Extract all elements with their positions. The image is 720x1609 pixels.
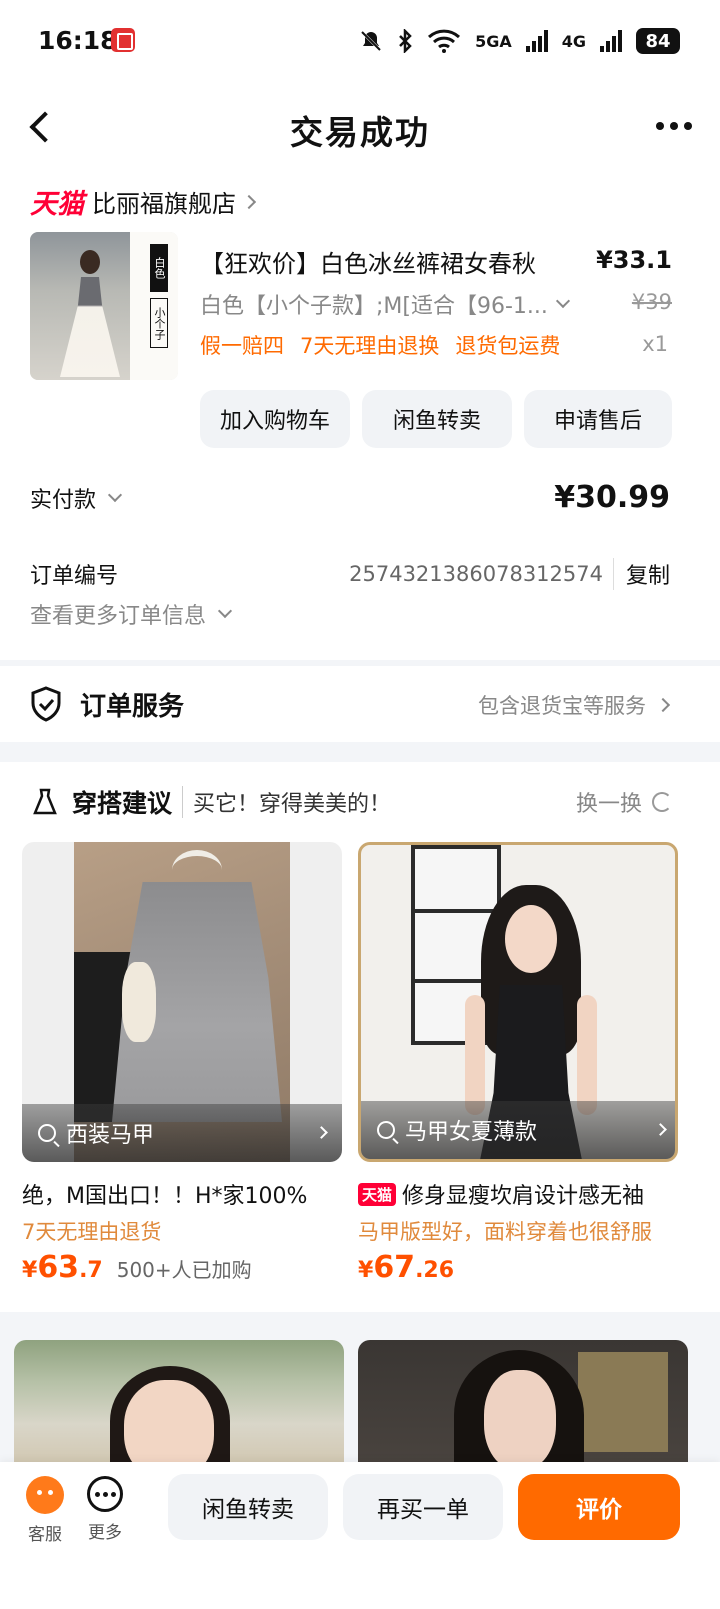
bottom-action-bar: 客服 更多 闲鱼转卖 再买一单 评价 bbox=[0, 1462, 720, 1609]
more-recommendations bbox=[0, 1312, 720, 1480]
recommendation-subtitle: 马甲版型好，面料穿着也很舒服 bbox=[358, 1220, 652, 1244]
guarantee-tag: 假一赔四 bbox=[200, 334, 284, 358]
outfit-subtitle: 买它！穿得美美的！ bbox=[182, 786, 391, 818]
resell-button[interactable]: 闲鱼转卖 bbox=[362, 390, 512, 448]
search-tag-text: 马甲女夏薄款 bbox=[405, 1120, 538, 1145]
recommendation-image[interactable] bbox=[358, 1340, 688, 1480]
battery-icon: 84 bbox=[636, 28, 680, 54]
product-price: ¥33.1 bbox=[596, 246, 672, 274]
page-header: 交易成功 bbox=[0, 84, 720, 174]
copy-button[interactable]: 复制 bbox=[612, 558, 670, 590]
more-order-info-link[interactable]: 查看更多订单信息 bbox=[30, 598, 233, 630]
bluetooth-icon bbox=[399, 29, 412, 53]
after-sale-button[interactable]: 申请售后 bbox=[524, 390, 672, 448]
chevron-right-icon bbox=[655, 697, 671, 713]
service-link[interactable]: 包含退货宝等服务 bbox=[478, 690, 671, 720]
status-bar: 16:18 5GA 4G 84 bbox=[0, 0, 720, 84]
outfit-suggestions: 穿搭建议 买它！穿得美美的！ 换一换 西装马甲 绝，M国出口！！H*家100% … bbox=[0, 762, 720, 1312]
payment-label-text: 实付款 bbox=[30, 487, 97, 513]
chevron-down-icon bbox=[107, 487, 123, 502]
recommendation-title-text: 修身显瘦坎肩设计感无袖 bbox=[402, 1184, 645, 1209]
more-label: 更多 bbox=[88, 1523, 122, 1543]
rebuy-button[interactable]: 再买一单 bbox=[343, 1474, 503, 1540]
refresh-label: 换一换 bbox=[575, 792, 642, 817]
app-notification-icon bbox=[111, 28, 135, 52]
recommendation-card[interactable]: 西装马甲 绝，M国出口！！H*家100% 7天无理由退货 ¥63.7 500+人… bbox=[22, 842, 342, 1312]
recommendation-title-text: 绝，M国出口！！H*家100% bbox=[22, 1184, 308, 1209]
shop-name: 比丽福旗舰店 bbox=[92, 190, 236, 218]
product-thumbnail[interactable]: 白色 小个子 bbox=[30, 232, 178, 380]
purchase-count: 500+人已加购 bbox=[116, 1258, 252, 1282]
signal-bars-icon bbox=[525, 30, 548, 52]
service-link-text: 包含退货宝等服务 bbox=[478, 694, 646, 718]
recommendation-price: ¥63.7 500+人已加购 bbox=[22, 1250, 252, 1285]
order-number-label: 订单编号 bbox=[30, 564, 119, 589]
order-number: 2574321386078312574 bbox=[349, 562, 603, 586]
recommendation-card[interactable]: 马甲女夏薄款 天猫 修身显瘦坎肩设计感无袖 马甲版型好，面料穿着也很舒服 ¥67… bbox=[358, 842, 678, 1312]
refresh-icon bbox=[652, 792, 672, 812]
chevron-right-icon bbox=[654, 1123, 667, 1136]
product-title[interactable]: 【狂欢价】白色冰丝裤裙女春秋 bbox=[200, 244, 580, 279]
wifi-icon bbox=[428, 29, 461, 53]
recommendation-price: ¥67.26 bbox=[358, 1250, 455, 1285]
chevron-down-icon bbox=[555, 293, 570, 309]
search-tag-bar[interactable]: 马甲女夏薄款 bbox=[361, 1101, 675, 1159]
order-service-row[interactable]: 订单服务 包含退货宝等服务 bbox=[0, 666, 720, 742]
recommendation-title: 绝，M国出口！！H*家100% bbox=[22, 1178, 342, 1210]
customer-service-label: 客服 bbox=[28, 1525, 62, 1545]
page-title: 交易成功 bbox=[290, 113, 430, 152]
payment-row: 实付款 ¥30.99 bbox=[30, 480, 670, 515]
review-button[interactable]: 评价 bbox=[518, 1474, 680, 1540]
more-order-info-text: 查看更多订单信息 bbox=[30, 604, 207, 629]
more-options-icon[interactable] bbox=[656, 122, 692, 130]
service-title: 订单服务 bbox=[80, 692, 185, 722]
outfit-title: 穿搭建议 bbox=[72, 789, 173, 818]
signal-bars-icon bbox=[600, 30, 622, 52]
customer-service-icon bbox=[26, 1476, 64, 1514]
product-quantity: x1 bbox=[642, 332, 668, 356]
search-tag-text: 西装马甲 bbox=[66, 1123, 155, 1148]
add-to-cart-button[interactable]: 加入购物车 bbox=[200, 390, 350, 448]
original-price: ¥39 bbox=[631, 290, 672, 314]
order-detail-page: 16:18 5GA 4G 84 交易成功 天猫 比丽福旗舰店 白色 小个子 【狂… bbox=[0, 0, 720, 1609]
recommendation-title: 天猫 修身显瘦坎肩设计感无袖 bbox=[358, 1178, 678, 1210]
search-icon bbox=[38, 1124, 56, 1142]
signal-5ga-label: 5GA bbox=[475, 31, 512, 51]
status-time: 16:18 bbox=[38, 26, 118, 55]
tmall-badge: 天猫 bbox=[358, 1182, 397, 1206]
customer-service-button[interactable]: 客服 bbox=[20, 1476, 70, 1545]
status-icons: 5GA 4G 84 bbox=[359, 26, 680, 56]
refresh-button[interactable]: 换一换 bbox=[576, 786, 672, 818]
chevron-right-icon bbox=[315, 1126, 328, 1139]
more-button[interactable]: 更多 bbox=[80, 1476, 130, 1543]
sku-text: 白色【小个子款】;M[适合【96-1... bbox=[200, 294, 548, 319]
tmall-logo: 天猫 bbox=[30, 189, 84, 220]
chevron-down-icon bbox=[217, 603, 233, 619]
thumb-color-tag: 白色 bbox=[150, 244, 168, 292]
more-icon bbox=[87, 1476, 123, 1512]
thumb-size-tag: 小个子 bbox=[150, 298, 168, 348]
order-number-row: 订单编号 2574321386078312574 复制 bbox=[30, 558, 670, 590]
resell-button[interactable]: 闲鱼转卖 bbox=[168, 1474, 328, 1540]
product-image[interactable]: 西装马甲 bbox=[22, 842, 342, 1162]
payment-amount: ¥30.99 bbox=[554, 480, 670, 515]
signal-4g-label: 4G bbox=[561, 31, 586, 51]
product-image[interactable]: 马甲女夏薄款 bbox=[358, 842, 678, 1162]
recommendation-subtitle: 7天无理由退货 bbox=[22, 1220, 162, 1244]
shop-link[interactable]: 天猫 比丽福旗舰店 bbox=[30, 182, 257, 221]
shield-icon bbox=[31, 686, 61, 722]
order-card: 天猫 比丽福旗舰店 白色 小个子 【狂欢价】白色冰丝裤裙女春秋 ¥33.1 白色… bbox=[0, 174, 720, 660]
guarantee-tags: 假一赔四 7天无理由退换 退货包运费 bbox=[200, 330, 560, 360]
payment-label[interactable]: 实付款 bbox=[30, 482, 123, 514]
mute-icon bbox=[361, 30, 382, 52]
guarantee-tag: 7天无理由退换 bbox=[300, 334, 440, 358]
search-icon bbox=[377, 1121, 395, 1139]
search-tag-bar[interactable]: 西装马甲 bbox=[22, 1104, 342, 1162]
guarantee-tag: 退货包运费 bbox=[455, 334, 561, 358]
recommendation-image[interactable] bbox=[14, 1340, 344, 1480]
product-sku[interactable]: 白色【小个子款】;M[适合【96-1... bbox=[200, 288, 590, 320]
dress-icon bbox=[33, 788, 57, 815]
chevron-right-icon bbox=[241, 194, 257, 209]
